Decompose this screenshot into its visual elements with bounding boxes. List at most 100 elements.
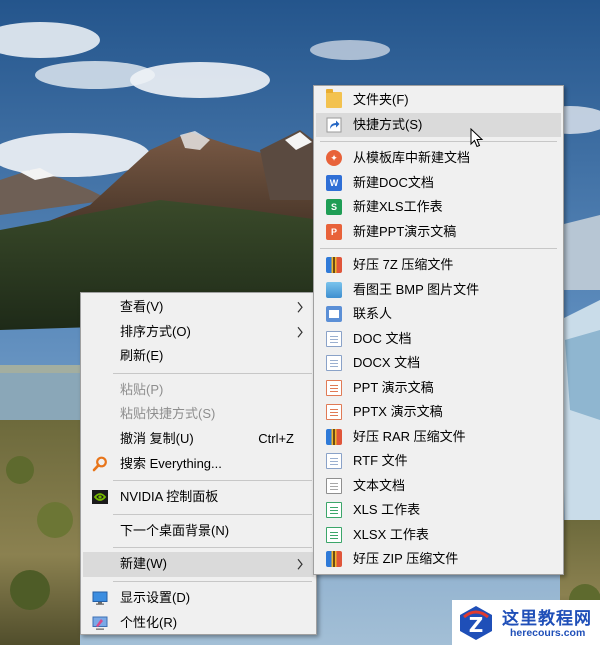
submenu-item-label: 联系人 <box>353 306 393 321</box>
submenu-item-shortcut[interactable]: 快捷方式(S) <box>316 112 561 137</box>
chevron-right-icon <box>297 559 303 571</box>
submenu-item-bmp-image[interactable]: 看图王 BMP 图片文件 <box>316 278 561 303</box>
display-settings-icon <box>92 591 108 606</box>
shortcut-icon <box>326 117 342 133</box>
menu-item-new[interactable]: 新建(W) <box>83 552 314 577</box>
submenu-item-label: 新建PPT演示文稿 <box>353 223 457 239</box>
menu-item-label: 排序方式(O) <box>120 323 191 339</box>
submenu-item-haozip-7z[interactable]: 好压 7Z 压缩文件 <box>316 253 561 278</box>
menu-item-paste[interactable]: 粘贴(P) <box>83 378 314 403</box>
submenu-item-label: PPTX 演示文稿 <box>353 404 443 419</box>
nvidia-icon <box>92 490 108 505</box>
submenu-item-label: XLSX 工作表 <box>353 526 429 542</box>
menu-item-label: 刷新(E) <box>120 348 164 364</box>
submenu-item-pptx-presentation[interactable]: PPTX 演示文稿 <box>316 400 561 425</box>
wps-ppt-icon: P <box>326 223 342 240</box>
menu-item-label: 粘贴(P) <box>120 381 164 397</box>
submenu-item-label: 新建DOC文档 <box>353 174 434 190</box>
menu-item-label: 个性化(R) <box>120 614 178 630</box>
text-file-icon <box>326 477 342 494</box>
xlsx-file-icon <box>326 526 342 543</box>
menu-item-label: NVIDIA 控制面板 <box>120 489 219 505</box>
menu-item-nvidia-control-panel[interactable]: NVIDIA 控制面板 <box>83 485 314 510</box>
submenu-item-new-doc[interactable]: W 新建DOC文档 <box>316 171 561 196</box>
chevron-right-icon <box>297 301 303 313</box>
haozip-icon <box>326 428 342 445</box>
submenu-item-folder[interactable]: 文件夹(F) <box>316 88 561 113</box>
xls-file-icon <box>326 502 342 519</box>
watermark-title: 这里教程网 <box>502 609 592 629</box>
submenu-item-contact[interactable]: 联系人 <box>316 302 561 327</box>
submenu-item-label: DOCX 文档 <box>353 355 421 370</box>
docx-file-icon <box>326 355 342 372</box>
submenu-item-label: 文件夹(F) <box>353 92 409 107</box>
desktop-context-menu: 查看(V) 排序方式(O) 刷新(E) 粘贴(P) 粘贴快捷方式(S) 撤消 复… <box>80 292 317 635</box>
personalize-icon <box>92 616 108 630</box>
submenu-item-rtf-file[interactable]: RTF 文件 <box>316 449 561 474</box>
menu-item-label: 撤消 复制(U) <box>120 430 194 446</box>
submenu-item-label: 文本文档 <box>353 477 406 493</box>
submenu-item-docx-document[interactable]: DOCX 文档 <box>316 351 561 376</box>
wps-doc-icon: W <box>326 174 342 191</box>
wps-xls-icon: S <box>326 199 342 216</box>
template-icon: ✦ <box>326 150 342 167</box>
submenu-item-label: 好压 ZIP 压缩文件 <box>353 551 459 566</box>
submenu-item-label: DOC 文档 <box>353 330 412 346</box>
submenu-item-label: RTF 文件 <box>353 453 408 468</box>
submenu-item-new-xls[interactable]: S 新建XLS工作表 <box>316 195 561 220</box>
submenu-item-doc-document[interactable]: DOC 文档 <box>316 327 561 352</box>
bmp-image-icon <box>326 281 342 298</box>
contact-icon <box>326 306 342 323</box>
site-watermark: Z 这里教程网 herecours.com <box>452 600 600 645</box>
menu-separator <box>113 580 312 582</box>
menu-item-sort-by[interactable]: 排序方式(O) <box>83 320 314 345</box>
submenu-item-new-ppt[interactable]: P 新建PPT演示文稿 <box>316 220 561 245</box>
menu-item-shortcut: Ctrl+Z <box>258 430 294 446</box>
menu-separator <box>320 248 557 249</box>
menu-item-label: 新建(W) <box>120 556 167 572</box>
magnifier-icon <box>92 456 107 472</box>
watermark-logo: Z <box>460 606 492 640</box>
submenu-item-haozip-rar[interactable]: 好压 RAR 压缩文件 <box>316 425 561 450</box>
submenu-item-label: 从模板库中新建文档 <box>353 150 471 165</box>
watermark-url: herecours.com <box>510 627 586 639</box>
haozip-icon <box>326 551 342 568</box>
submenu-item-label: 快捷方式(S) <box>353 116 423 132</box>
submenu-item-label: 好压 7Z 压缩文件 <box>353 257 454 272</box>
haozip-icon <box>326 257 342 274</box>
submenu-item-template-library[interactable]: ✦ 从模板库中新建文档 <box>316 146 561 171</box>
submenu-item-label: XLS 工作表 <box>353 502 421 517</box>
menu-item-undo-copy[interactable]: 撤消 复制(U) Ctrl+Z <box>83 427 314 452</box>
menu-item-label: 下一个桌面背景(N) <box>120 522 230 538</box>
menu-item-personalize[interactable]: 个性化(R) <box>83 611 314 636</box>
mouse-pointer-icon <box>470 128 484 148</box>
ppt-file-icon <box>326 379 342 396</box>
menu-item-refresh[interactable]: 刷新(E) <box>83 344 314 369</box>
submenu-item-haozip-zip[interactable]: 好压 ZIP 压缩文件 <box>316 547 561 572</box>
submenu-item-xlsx-sheet[interactable]: XLSX 工作表 <box>316 523 561 548</box>
menu-item-view[interactable]: 查看(V) <box>83 295 314 320</box>
menu-item-next-desktop-background[interactable]: 下一个桌面背景(N) <box>83 519 314 544</box>
menu-item-display-settings[interactable]: 显示设置(D) <box>83 586 314 611</box>
menu-separator <box>113 480 312 482</box>
rtf-file-icon <box>326 453 342 470</box>
submenu-item-label: 新建XLS工作表 <box>353 199 443 214</box>
submenu-item-xls-sheet[interactable]: XLS 工作表 <box>316 498 561 523</box>
new-submenu: 文件夹(F) 快捷方式(S) ✦ 从模板库中新建文档 W 新建DOC文档 S 新… <box>313 85 564 575</box>
submenu-item-label: 看图王 BMP 图片文件 <box>353 281 480 297</box>
doc-file-icon <box>326 330 342 347</box>
svg-text:Z: Z <box>469 613 484 637</box>
submenu-item-ppt-presentation[interactable]: PPT 演示文稿 <box>316 376 561 401</box>
menu-item-search-everything[interactable]: 搜索 Everything... <box>83 452 314 477</box>
submenu-item-label: PPT 演示文稿 <box>353 379 434 395</box>
folder-icon <box>326 89 342 109</box>
menu-separator <box>113 547 312 549</box>
menu-item-label: 搜索 Everything... <box>120 455 222 471</box>
chevron-right-icon <box>297 326 303 338</box>
menu-separator <box>113 372 312 374</box>
submenu-item-text-document[interactable]: 文本文档 <box>316 474 561 499</box>
menu-item-paste-shortcut[interactable]: 粘贴快捷方式(S) <box>83 402 314 427</box>
menu-item-label: 查看(V) <box>120 299 164 314</box>
pptx-file-icon <box>326 404 342 421</box>
menu-separator <box>320 141 557 142</box>
